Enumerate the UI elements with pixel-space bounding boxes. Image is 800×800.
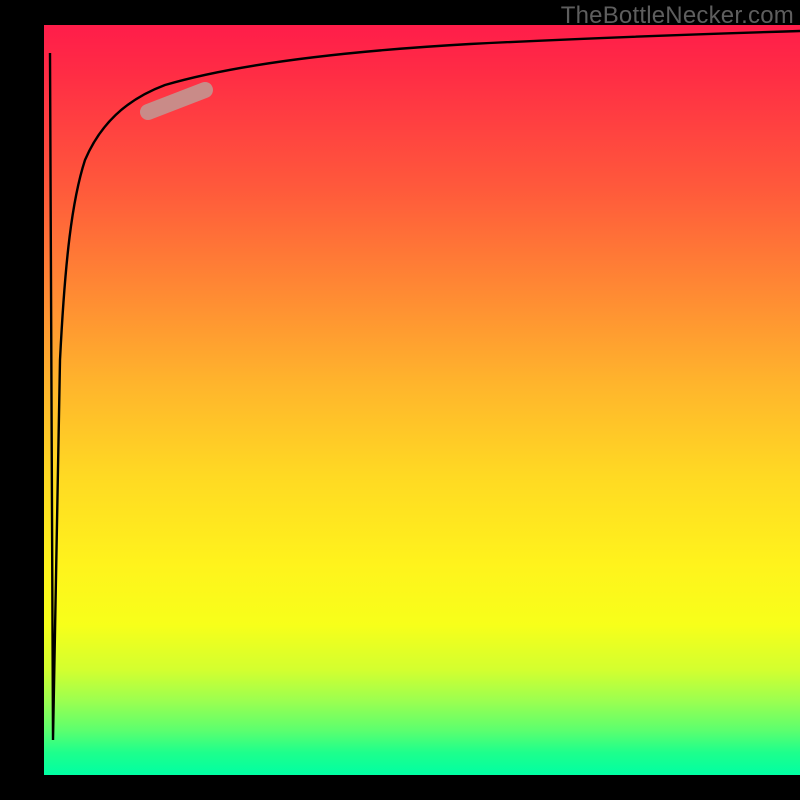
watermark-text: TheBottleNecker.com — [561, 2, 794, 30]
curve-layer — [0, 0, 800, 800]
chart-frame: TheBottleNecker.com — [0, 0, 800, 800]
bottleneck-curve — [50, 31, 800, 740]
highlight-marker — [148, 90, 205, 112]
